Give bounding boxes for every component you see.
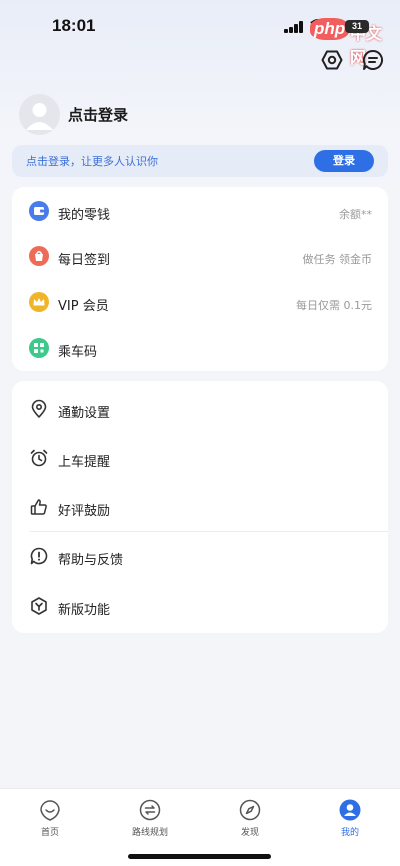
new-feature-icon (31, 597, 47, 615)
login-title[interactable]: 点击登录 (68, 104, 128, 125)
menu-item-label: 每日签到 (58, 253, 111, 268)
menu-item-label: 新版功能 (58, 603, 111, 618)
menu-item-label: 好评鼓励 (58, 504, 111, 519)
login-button[interactable]: 登录 (314, 150, 374, 172)
menu-item-daily-checkin[interactable]: 每日签到 做任务 领金币 (12, 233, 388, 279)
compass-tab-icon (239, 799, 261, 821)
qrcode-icon (29, 338, 49, 358)
help-feedback-icon (30, 547, 48, 565)
tab-home[interactable]: 首页 (0, 789, 100, 844)
menu-item-wallet[interactable]: 我的零钱 余额** (12, 187, 388, 233)
message-icon[interactable] (362, 49, 384, 71)
menu-item-label: 上车提醒 (58, 455, 111, 470)
home-tab-icon (40, 800, 60, 821)
tab-discover[interactable]: 发现 (200, 789, 300, 844)
menu-item-ride-code[interactable]: 乘车码 (12, 325, 388, 371)
tab-label: 我的 (340, 828, 359, 838)
menu-item-label: VIP 会员 (58, 299, 109, 314)
menu-item-vip[interactable]: VIP 会员 每日仅需 0.1元 (12, 279, 388, 325)
avatar[interactable] (19, 94, 60, 135)
menu-item-label: 帮助与反馈 (58, 553, 124, 568)
banner-text: 点击登录，让更多人认识你 (26, 155, 158, 168)
settings-hex-icon[interactable] (321, 49, 343, 71)
menu-item-new-features[interactable]: 新版功能 (12, 582, 388, 632)
crown-icon (29, 292, 49, 312)
tab-route-planning[interactable]: 路线规划 (100, 789, 200, 844)
tab-label: 发现 (240, 828, 259, 838)
login-banner[interactable]: 点击登录，让更多人认识你 登录 (12, 145, 388, 177)
secondary-menu-card: 通勤设置 上车提醒 好评鼓励 帮助与反馈 新版功能 (12, 381, 388, 633)
wallet-icon (29, 201, 49, 221)
menu-item-boarding-reminder[interactable]: 上车提醒 (12, 431, 388, 481)
status-bar: 18:01 php 中文网 31 (0, 0, 400, 67)
user-placeholder-icon (26, 103, 53, 130)
menu-item-commute-settings[interactable]: 通勤设置 (12, 381, 388, 431)
home-indicator (128, 854, 271, 859)
route-tab-icon (139, 799, 161, 821)
thumbs-up-icon (30, 499, 47, 515)
tab-label: 首页 (40, 828, 59, 838)
sign-in-icon (29, 246, 49, 266)
menu-item-help-feedback[interactable]: 帮助与反馈 (12, 532, 388, 582)
signal-icon (284, 21, 304, 33)
menu-item-label: 我的零钱 (58, 208, 111, 223)
battery-indicator: 31 (345, 20, 369, 33)
menu-item-rate-us[interactable]: 好评鼓励 (12, 481, 388, 531)
profile-tab-icon (339, 799, 361, 821)
tab-mine[interactable]: 我的 (300, 789, 400, 844)
watermark-logo: php (310, 18, 350, 40)
primary-menu-card: 我的零钱 余额** 每日签到 做任务 领金币 VIP 会员 每日仅需 0.1元 … (12, 187, 388, 371)
menu-item-label: 通勤设置 (58, 406, 111, 421)
location-pin-icon (31, 399, 47, 418)
menu-item-label: 乘车码 (58, 345, 98, 360)
menu-item-extra: 每日仅需 0.1元 (296, 299, 372, 312)
status-time: 18:01 (52, 16, 96, 35)
menu-item-extra: 做任务 领金币 (302, 253, 373, 266)
menu-item-extra: 余额** (339, 208, 372, 221)
alarm-clock-icon (30, 449, 48, 467)
tab-label: 路线规划 (131, 828, 168, 838)
